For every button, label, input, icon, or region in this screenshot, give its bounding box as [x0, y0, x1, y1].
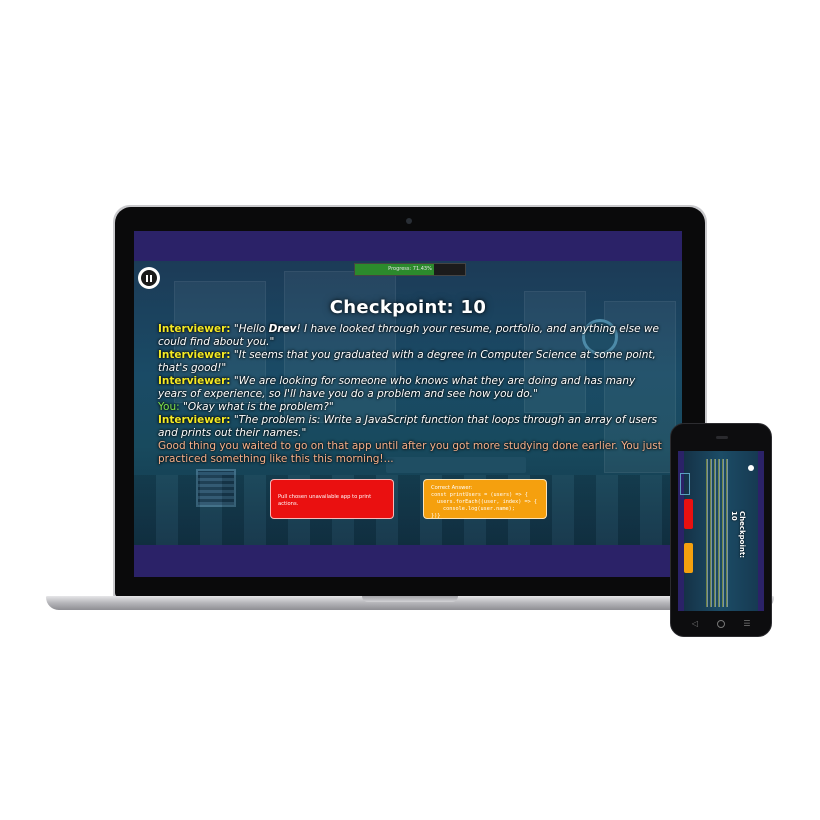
dialogue-text: "It seems that you graduated with a degr…	[158, 349, 656, 374]
dialogue-line: Interviewer: "It seems that you graduate…	[158, 349, 662, 375]
home-button-icon[interactable]	[717, 620, 725, 628]
phone-screen: Checkpoint: 10	[678, 451, 764, 611]
laptop-notch	[362, 596, 458, 602]
phone-choice-button-1[interactable]	[684, 499, 693, 529]
dialogue-line: Interviewer: "The problem is: Write a Ja…	[158, 414, 662, 440]
code-line: console.log(user.name);	[443, 506, 515, 512]
phone-checkpoint-title: Checkpoint: 10	[730, 511, 746, 559]
choice-button-1[interactable]: Pull chosen unavailable app to print act…	[270, 479, 394, 519]
pause-icon	[141, 270, 157, 286]
speaker-label: Interviewer:	[158, 414, 231, 426]
dialogue-line: Interviewer: "Hello Drev! I have looked …	[158, 323, 662, 349]
code-line: users.forEach((user, index) => {	[437, 499, 537, 505]
progress-bar: Progress: 71.43%	[354, 263, 466, 276]
bottom-bar	[134, 545, 682, 577]
webcam-icon	[406, 218, 412, 224]
checkpoint-title: Checkpoint: 10	[329, 297, 487, 318]
choice-2-title: Correct Answer:	[431, 485, 473, 491]
player-name: Drev	[268, 323, 297, 335]
phone-choice-button-2[interactable]	[684, 543, 693, 573]
floor	[134, 475, 682, 545]
dialogue-text: "We are looking for someone who knows wh…	[158, 375, 636, 400]
code-line: })}	[431, 513, 441, 519]
speaker-label: Interviewer:	[158, 349, 231, 361]
dialogue-line: Interviewer: "We are looking for someone…	[158, 375, 662, 401]
speaker-label-you: You:	[158, 401, 180, 413]
dialogue-box: Interviewer: "Hello Drev! I have looked …	[158, 323, 662, 466]
speaker-label: Interviewer:	[158, 375, 231, 387]
choice-1-label: Pull chosen unavailable app to print act…	[278, 494, 372, 507]
top-bar	[134, 231, 682, 261]
narration-text: Good thing you waited to go on that app …	[158, 440, 662, 465]
dialogue-text: "The problem is: Write a JavaScript func…	[158, 414, 658, 439]
back-icon[interactable]: ◁	[691, 620, 699, 628]
phone-speaker	[716, 436, 728, 439]
choice-button-2[interactable]: Correct Answer: const printUsers = (user…	[423, 479, 547, 519]
phone-dialogue-text	[706, 459, 728, 607]
phone-pause-icon[interactable]	[748, 465, 754, 471]
dialogue-line: You: "Okay what is the problem?"	[158, 401, 662, 414]
progress-label: Progress: 71.43%	[388, 266, 432, 272]
code-line: const printUsers = (users) => {	[431, 492, 528, 498]
phone-logo	[680, 473, 690, 495]
laptop-screen: Progress: 71.43% Checkpoint: 10 Intervie…	[134, 231, 682, 577]
pause-button[interactable]	[138, 267, 160, 289]
dialogue-text: "Okay what is the problem?"	[182, 401, 334, 413]
dialogue-text: "Hello	[233, 323, 269, 335]
menu-icon[interactable]: ☰	[743, 620, 751, 628]
speaker-label: Interviewer:	[158, 323, 231, 335]
